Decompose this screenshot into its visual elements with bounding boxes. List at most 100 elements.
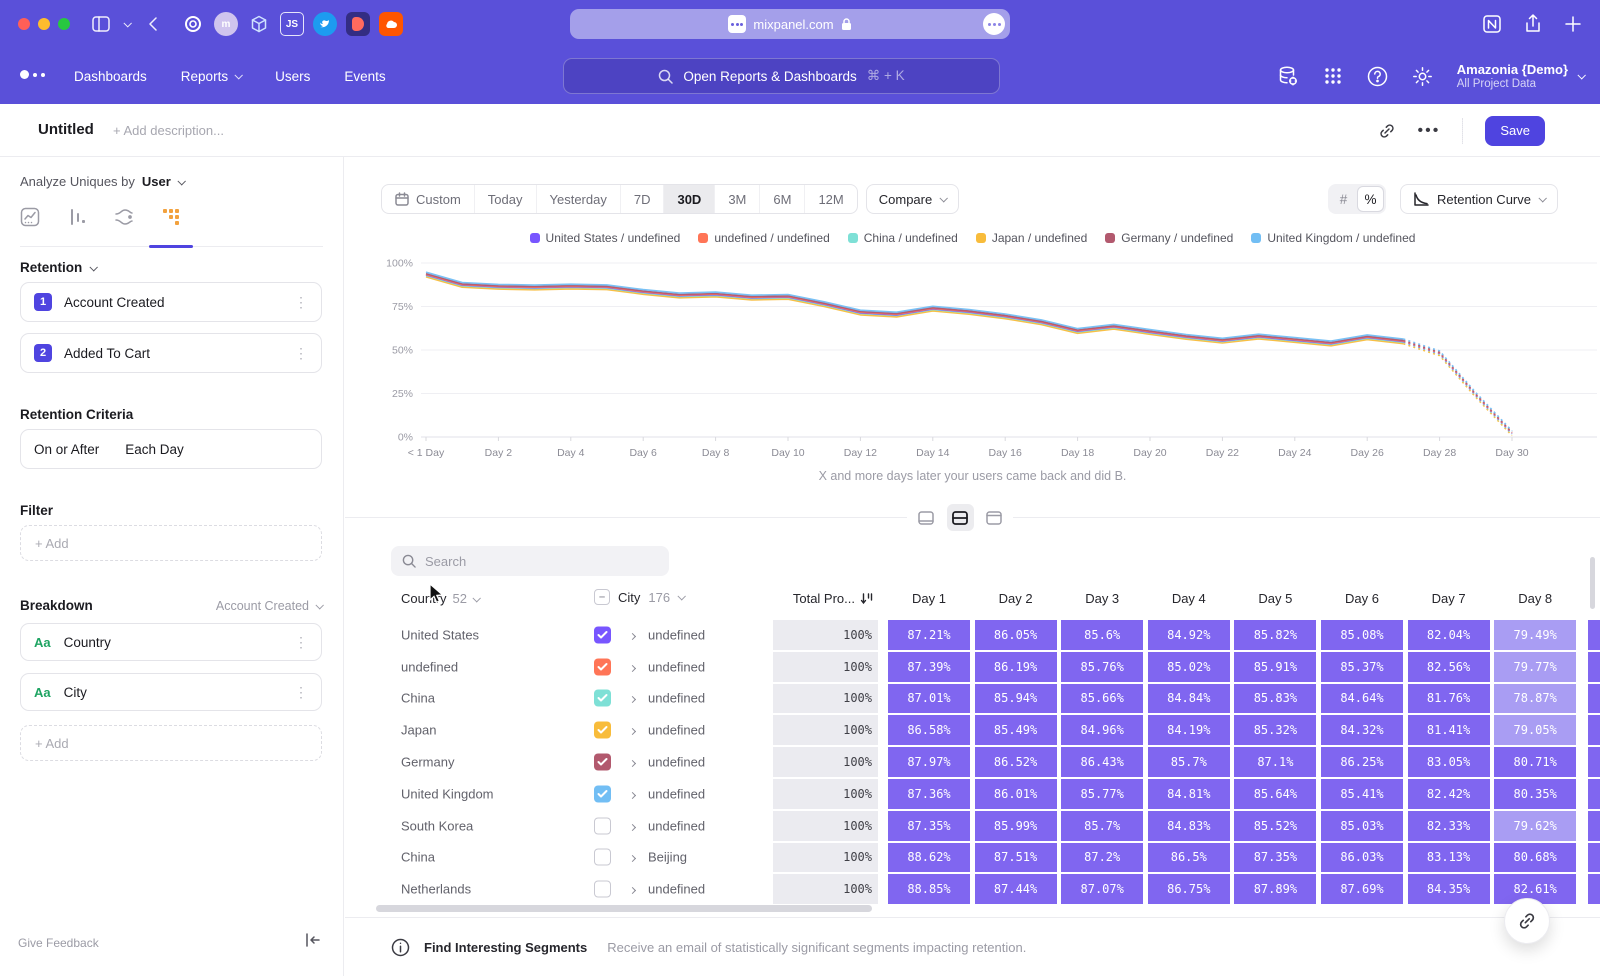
series-checkbox[interactable] [594, 626, 611, 643]
expand-row-icon[interactable] [630, 626, 635, 644]
range-6m[interactable]: 6M [759, 185, 804, 213]
url-menu-icon[interactable] [983, 13, 1005, 35]
chart-type-select[interactable]: Retention Curve [1400, 184, 1558, 214]
legend-item[interactable]: China / undefined [848, 231, 958, 245]
project-switcher[interactable]: Amazonia {Demo} All Project Data [1457, 62, 1584, 90]
add-filter-button[interactable]: + Add [20, 525, 322, 561]
range-today[interactable]: Today [474, 185, 536, 213]
column-header-city[interactable]: – City 176 [594, 589, 684, 605]
range-custom[interactable]: Custom [382, 185, 474, 213]
retention-section-header[interactable]: Retention [20, 260, 96, 275]
new-tab-icon[interactable] [1564, 15, 1582, 33]
tab-retention[interactable] [161, 207, 181, 227]
expand-row-icon[interactable] [630, 848, 635, 866]
analyze-value[interactable]: User [142, 174, 171, 189]
kebab-menu-icon[interactable]: ⋮ [294, 294, 308, 311]
minimize-window-button[interactable] [38, 18, 50, 30]
nav-item-reports[interactable]: Reports [181, 69, 241, 84]
column-header-day-1[interactable]: Day 1 [887, 591, 971, 606]
nav-item-dashboards[interactable]: Dashboards [74, 69, 147, 84]
view-split-button[interactable] [947, 504, 974, 531]
back-icon[interactable] [148, 17, 158, 31]
expand-row-icon[interactable] [630, 689, 635, 707]
retention-chart[interactable]: 100%75%50%25%0%< 1 DayDay 2Day 4Day 6Day… [345, 253, 1600, 483]
collapse-sidebar-icon[interactable] [305, 933, 321, 952]
expand-row-icon[interactable] [630, 785, 635, 803]
legend-item[interactable]: United Kingdom / undefined [1251, 231, 1415, 245]
more-options-icon[interactable]: ••• [1418, 122, 1441, 140]
series-checkbox[interactable] [594, 881, 611, 898]
global-search[interactable]: Open Reports & Dashboards ⌘ + K [563, 58, 1000, 94]
column-header-day-7[interactable]: Day 7 [1407, 591, 1491, 606]
column-header-day-2[interactable]: Day 2 [974, 591, 1058, 606]
step-card-2[interactable]: 2 Added To Cart ⋮ [20, 333, 322, 373]
share-icon[interactable] [1524, 14, 1542, 34]
column-header-day-3[interactable]: Day 3 [1060, 591, 1144, 606]
horizontal-scrollbar[interactable] [376, 905, 872, 912]
percent-format-button[interactable]: % [1357, 186, 1384, 212]
range-30d[interactable]: 30D [663, 185, 714, 213]
add-breakdown-button[interactable]: + Add [20, 725, 322, 761]
kebab-menu-icon[interactable]: ⋮ [294, 684, 308, 701]
report-title[interactable]: Untitled [38, 121, 94, 138]
kebab-menu-icon[interactable]: ⋮ [294, 345, 308, 362]
column-header-total[interactable]: Total Pro... [773, 591, 873, 606]
step-card-1[interactable]: 1 Account Created ⋮ [20, 282, 322, 322]
range-yesterday[interactable]: Yesterday [536, 185, 620, 213]
step-event-name[interactable]: Account Created [64, 295, 165, 310]
column-header-day-6[interactable]: Day 6 [1320, 591, 1404, 606]
data-management-icon[interactable] [1277, 65, 1299, 87]
series-checkbox[interactable] [594, 658, 611, 675]
column-header-day-4[interactable]: Day 4 [1147, 591, 1231, 606]
expand-row-icon[interactable] [630, 658, 635, 676]
tab-flows[interactable] [114, 207, 134, 227]
give-feedback-link[interactable]: Give Feedback [18, 936, 99, 950]
breakdown-property[interactable]: City [64, 685, 87, 700]
close-window-button[interactable] [18, 18, 30, 30]
series-checkbox[interactable] [594, 849, 611, 866]
range-3m[interactable]: 3M [714, 185, 759, 213]
column-header-day-8[interactable]: Day 8 [1493, 591, 1577, 606]
breakdown-card-city[interactable]: Aa City ⋮ [20, 673, 322, 711]
zoom-window-button[interactable] [58, 18, 70, 30]
legend-item[interactable]: Japan / undefined [976, 231, 1087, 245]
column-header-day-5[interactable]: Day 5 [1233, 591, 1317, 606]
cloud-extension-icon[interactable] [379, 12, 403, 36]
cube-extension-icon[interactable] [247, 12, 271, 36]
series-checkbox[interactable] [594, 785, 611, 802]
range-7d[interactable]: 7D [620, 185, 664, 213]
select-all-checkbox[interactable]: – [594, 589, 610, 605]
step-event-name[interactable]: Added To Cart [64, 346, 150, 361]
breakdown-property[interactable]: Country [64, 635, 111, 650]
criteria-card[interactable]: On or After Each Day [20, 429, 322, 469]
copy-link-icon[interactable] [1378, 122, 1396, 140]
column-header-country[interactable]: Country 52 [401, 591, 479, 606]
apps-grid-icon[interactable] [1323, 66, 1343, 86]
table-search-input[interactable]: Search [391, 546, 669, 576]
loop-extension-icon[interactable] [181, 12, 205, 36]
series-checkbox[interactable] [594, 690, 611, 707]
red-extension-icon[interactable] [346, 12, 370, 36]
number-format-button[interactable]: # [1330, 186, 1357, 212]
tab-insights[interactable] [20, 207, 40, 227]
avatar-extension-icon[interactable]: m [214, 12, 238, 36]
expand-row-icon[interactable] [630, 721, 635, 739]
legend-item[interactable]: United States / undefined [530, 231, 681, 245]
bird-extension-icon[interactable] [313, 12, 337, 36]
js-extension-icon[interactable]: JS [280, 12, 304, 36]
nav-item-users[interactable]: Users [275, 69, 310, 84]
criteria-type[interactable]: On or After [34, 442, 99, 457]
vertical-scrollbar[interactable] [1590, 557, 1595, 609]
compare-button[interactable]: Compare [866, 184, 959, 214]
add-description[interactable]: + Add description... [113, 123, 224, 138]
series-checkbox[interactable] [594, 754, 611, 771]
share-link-button[interactable] [1504, 898, 1550, 944]
view-chart-only-button[interactable] [913, 504, 940, 531]
expand-row-icon[interactable] [630, 880, 635, 898]
view-table-only-button[interactable] [981, 504, 1008, 531]
legend-item[interactable]: undefined / undefined [698, 231, 829, 245]
nav-item-events[interactable]: Events [344, 69, 385, 84]
notion-icon[interactable] [1482, 14, 1502, 34]
breakdown-card-country[interactable]: Aa Country ⋮ [20, 623, 322, 661]
help-icon[interactable] [1367, 66, 1388, 87]
